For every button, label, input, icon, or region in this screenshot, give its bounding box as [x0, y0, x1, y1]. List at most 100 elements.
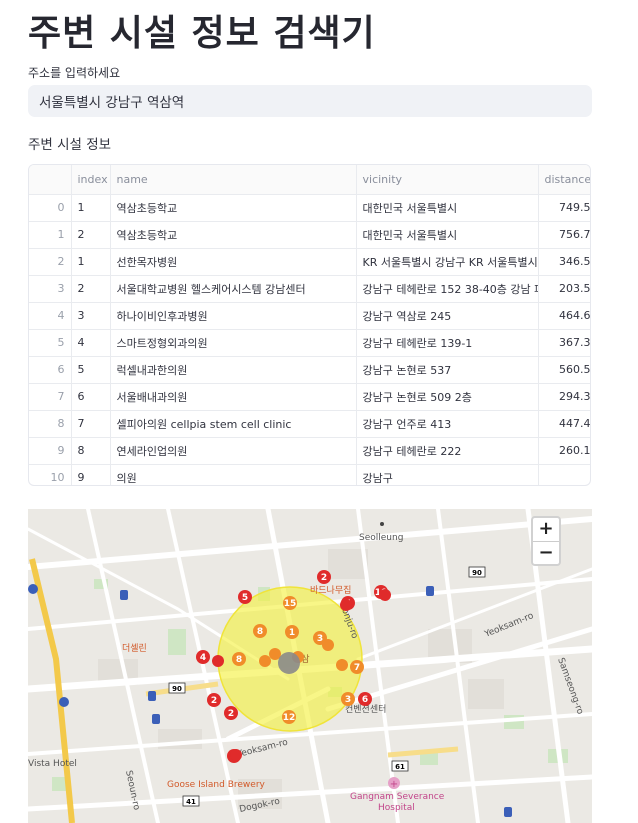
column-header-vicinity[interactable]: vicinity [356, 165, 539, 195]
distance-cell: 294.32 [538, 383, 590, 411]
index-cell: 6 [71, 383, 111, 411]
road-shield-61: 61 [395, 763, 405, 771]
facilities-table[interactable]: index name vicinity distance 0 1 역삼초등학교 … [28, 164, 591, 486]
name-cell: 선한목자병원 [110, 248, 357, 276]
table-row[interactable]: 10 9 의원 강남구 [29, 464, 590, 485]
svg-text:4: 4 [200, 653, 206, 663]
name-cell: 셀피아의원 cellpia stem cell clinic [110, 410, 357, 438]
name-cell: 럭셀내과한의원 [110, 356, 357, 384]
svg-text:5: 5 [242, 593, 248, 603]
name-cell: 서울대학교병원 헬스케어시스템 강남센터 [110, 275, 357, 303]
row-index-cell: 7 [29, 383, 72, 411]
map-label-deseollin: 더셀린 [122, 643, 147, 654]
distance-cell: 447.46 [538, 410, 590, 438]
table-row[interactable]: 6 5 럭셀내과한의원 강남구 논현로 537 560.55 [29, 356, 590, 384]
distance-cell: 203.55 [538, 275, 590, 303]
column-header-index[interactable]: index [71, 165, 111, 195]
map-marker[interactable]: 2 [224, 706, 238, 720]
svg-text:3: 3 [345, 695, 351, 705]
map-marker[interactable]: 2 [207, 693, 221, 707]
table-row[interactable]: 4 3 하나이비인후과병원 강남구 역삼로 245 464.62 [29, 302, 590, 330]
svg-text:2: 2 [211, 696, 217, 706]
table-row[interactable]: 5 4 스마트정형외과의원 강남구 테헤란로 139-1 367.39 [29, 329, 590, 357]
page-title: 주변 시설 정보 검색기 [28, 13, 376, 54]
name-cell: 스마트정형외과의원 [110, 329, 357, 357]
map-label-vista-hotel: Vista Hotel [28, 759, 77, 769]
row-index-cell: 3 [29, 275, 72, 303]
index-cell: 4 [71, 329, 111, 357]
vicinity-cell: 강남구 논현로 509 2층 [356, 383, 539, 411]
name-cell: 역삼초등학교 [110, 194, 357, 222]
table-row[interactable]: 7 6 서울배내과의원 강남구 논현로 509 2층 294.32 [29, 383, 590, 411]
table-row[interactable]: 2 1 선한목자병원 KR 서울특별시 강남구 KR 서울특별시 346.55 [29, 248, 590, 276]
map-marker[interactable]: 8 [253, 624, 267, 638]
index-cell: 2 [71, 275, 111, 303]
svg-text:+: + [390, 779, 398, 790]
results-section-title: 주변 시설 정보 [28, 137, 112, 153]
map-marker[interactable]: 7 [350, 660, 364, 674]
hospital-pin-icon: + [388, 777, 400, 790]
row-index-cell: 1 [29, 221, 72, 249]
row-index-cell: 2 [29, 248, 72, 276]
vicinity-cell: 대한민국 서울특별시 [356, 194, 539, 222]
index-cell: 1 [71, 248, 111, 276]
map-marker[interactable]: 15 [283, 596, 297, 610]
road-shield-90-left: 90 [172, 685, 182, 693]
map-label-hospital: Hospital [378, 803, 415, 813]
name-cell: 하나이비인후과병원 [110, 302, 357, 330]
name-cell: 역삼초등학교 [110, 221, 357, 249]
svg-text:7: 7 [354, 663, 360, 673]
row-index-cell: 5 [29, 329, 72, 357]
map-label-seolleung: Seolleung [359, 533, 403, 543]
column-header-distance[interactable]: distance [538, 165, 590, 195]
index-cell: 9 [71, 464, 111, 485]
vicinity-cell: 강남구 [356, 464, 539, 485]
distance-cell: 749.54 [538, 194, 590, 222]
vicinity-cell: 강남구 테헤란로 222 [356, 437, 539, 465]
map-marker[interactable]: 4 [196, 650, 210, 664]
map-marker[interactable]: 5 [238, 590, 252, 604]
vicinity-cell: 강남구 테헤란로 139-1 [356, 329, 539, 357]
svg-text:1: 1 [289, 628, 295, 638]
table-row[interactable]: 0 1 역삼초등학교 대한민국 서울특별시 749.54 [29, 194, 590, 222]
svg-text:3: 3 [317, 634, 323, 644]
map-marker[interactable]: 1 [285, 625, 299, 639]
facilities-map[interactable]: Seolleung 바드나무집 더셀린 Yeoksam-ro Samseong-… [28, 509, 592, 823]
svg-text:8: 8 [236, 655, 242, 665]
center-location-marker[interactable] [278, 652, 300, 674]
row-index-cell: 0 [29, 194, 72, 222]
index-cell: 5 [71, 356, 111, 384]
map-marker[interactable]: 2 [317, 570, 331, 584]
table-header-row: index name vicinity distance [29, 165, 590, 195]
road-shield-41: 41 [186, 798, 196, 806]
row-index-cell: 6 [29, 356, 72, 384]
zoom-out-button[interactable]: − [533, 541, 559, 565]
name-cell: 연세라인업의원 [110, 437, 357, 465]
distance-cell: 560.55 [538, 356, 590, 384]
index-cell: 1 [71, 194, 111, 222]
column-header-name[interactable]: name [110, 165, 357, 195]
map-marker[interactable]: 6 [358, 692, 372, 706]
column-header-row-index[interactable] [29, 165, 72, 195]
table-row[interactable]: 9 8 연세라인업의원 강남구 테헤란로 222 260.13 [29, 437, 590, 465]
index-cell: 8 [71, 437, 111, 465]
map-marker[interactable]: 12 [282, 710, 296, 724]
svg-text:8: 8 [257, 627, 263, 637]
address-input[interactable] [28, 85, 592, 117]
map-label-gangnam-severance: Gangnam Severance [350, 792, 445, 802]
map-marker[interactable]: 3 [341, 692, 355, 706]
table-row[interactable]: 1 2 역삼초등학교 대한민국 서울특별시 756.76 [29, 221, 590, 249]
distance-cell: 260.13 [538, 437, 590, 465]
address-input-label: 주소를 입력하세요 [28, 66, 121, 80]
svg-text:12: 12 [283, 713, 296, 723]
distance-cell: 346.55 [538, 248, 590, 276]
row-index-cell: 4 [29, 302, 72, 330]
table-row[interactable]: 3 2 서울대학교병원 헬스케어시스템 강남센터 강남구 테헤란로 152 38… [29, 275, 590, 303]
table-row[interactable]: 8 7 셀피아의원 cellpia stem cell clinic 강남구 언… [29, 410, 590, 438]
map-label-goose-island: Goose Island Brewery [167, 780, 266, 790]
zoom-in-button[interactable]: + [533, 518, 559, 541]
vicinity-cell: 대한민국 서울특별시 [356, 221, 539, 249]
name-cell: 서울배내과의원 [110, 383, 357, 411]
svg-text:6: 6 [362, 695, 368, 705]
map-marker[interactable]: 8 [232, 652, 246, 666]
